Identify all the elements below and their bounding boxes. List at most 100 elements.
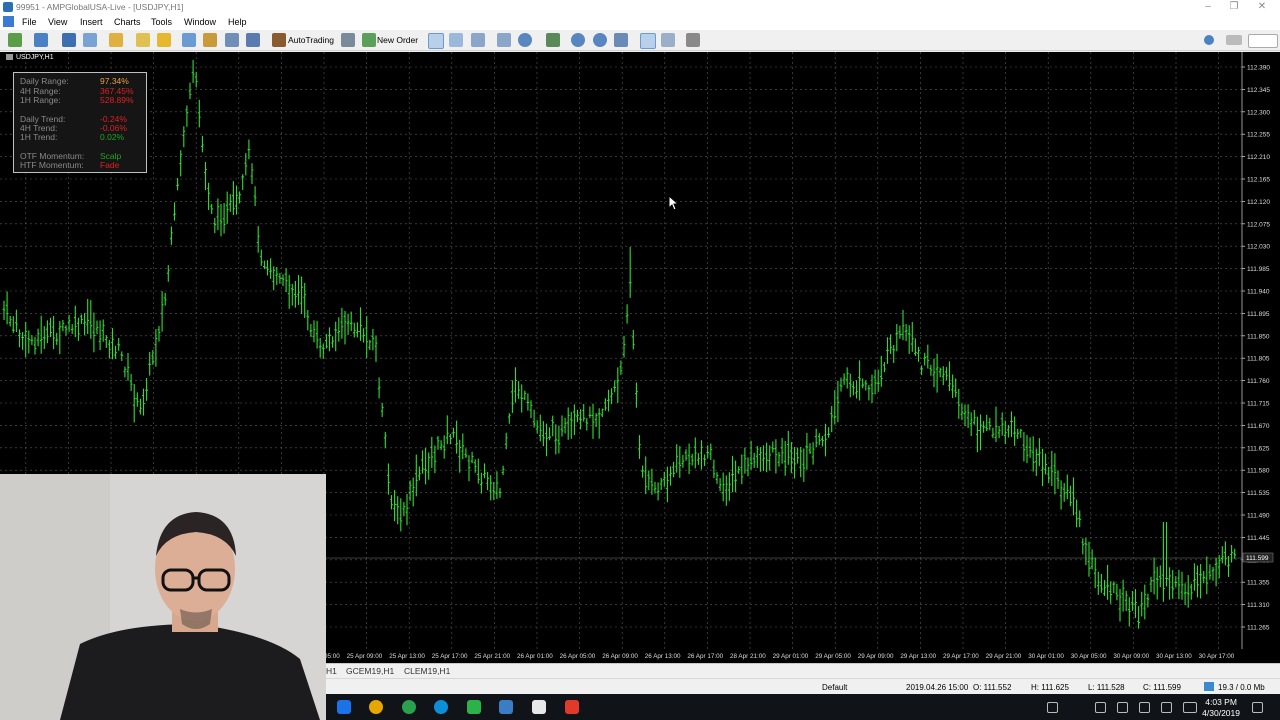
experts-icon[interactable] [225, 33, 239, 47]
navigator-icon[interactable] [83, 33, 97, 47]
zoom-in-icon[interactable] [571, 33, 585, 47]
time-tick-label: 26 Apr 09:00 [602, 653, 638, 660]
chart-window-icon [6, 54, 13, 60]
tab-usdjpy[interactable]: H1 [326, 666, 337, 676]
status-bar: Default 2019.04.26 15:00 O: 111.552 H: 1… [326, 678, 1280, 695]
status-datetime: 2019.04.26 15:00 [906, 683, 969, 692]
menu-window[interactable]: Window [184, 17, 216, 27]
time-tick-label: 26 Apr 01:00 [517, 653, 553, 660]
recorder-icon[interactable] [565, 700, 579, 714]
window-title: 99951 - AMPGlobalUSA-Live - [USDJPY,H1] [16, 2, 184, 12]
autotrading-button[interactable]: AutoTrading [288, 35, 334, 45]
system-clock[interactable]: 4:03 PM 4/30/2019 [1202, 697, 1240, 719]
wifi-icon[interactable] [1161, 702, 1172, 713]
bar-chart-icon[interactable] [428, 33, 444, 49]
minimize-button[interactable]: – [1198, 1, 1218, 12]
chart-shift-icon[interactable] [661, 33, 675, 47]
search-icon[interactable] [1204, 35, 1214, 45]
price-tick-label: 111.670 [1247, 423, 1270, 430]
candlestick-icon[interactable] [449, 33, 463, 47]
time-tick-label: 29 Apr 09:00 [858, 653, 894, 660]
evernote-icon[interactable] [402, 700, 416, 714]
tab-gcem19[interactable]: GCEM19,H1 [346, 666, 394, 676]
camtasia-icon[interactable] [467, 700, 481, 714]
autoscroll-icon[interactable] [640, 33, 656, 49]
terminal-icon[interactable] [109, 33, 123, 47]
menu-bar: File View Insert Charts Tools Window Hel… [0, 14, 1280, 30]
new-order-icon[interactable] [362, 33, 376, 47]
data-window-icon[interactable] [157, 33, 171, 47]
price-tick-label: 111.535 [1247, 490, 1270, 497]
metatrader-icon[interactable] [499, 700, 513, 714]
tray-chevron-icon[interactable] [1073, 702, 1082, 711]
zoom-out-icon[interactable] [593, 33, 607, 47]
time-tick-label: 25 Apr 09:00 [347, 653, 383, 660]
line-chart-icon[interactable] [471, 33, 485, 47]
menu-help[interactable]: Help [228, 17, 247, 27]
chart-tabs: H1 GCEM19,H1 CLEM19,H1 [326, 663, 1280, 679]
strategy-tester-icon[interactable] [136, 33, 150, 47]
market-watch-icon[interactable] [62, 33, 76, 47]
tools-icon[interactable] [341, 33, 355, 47]
price-tick-label: 111.760 [1247, 378, 1270, 385]
price-tick-label: 112.165 [1247, 177, 1270, 184]
restore-button[interactable]: ❐ [1224, 1, 1244, 12]
status-traffic: 19.3 / 0.0 Mb [1218, 683, 1265, 692]
battery-icon[interactable] [1117, 702, 1128, 713]
chat-icon[interactable] [1226, 35, 1242, 45]
templates-icon[interactable] [518, 33, 532, 47]
skype-icon[interactable] [434, 700, 448, 714]
clock-date: 4/30/2019 [1202, 708, 1240, 718]
menu-view[interactable]: View [48, 17, 67, 27]
photos-icon[interactable] [532, 700, 546, 714]
current-price-label: 111.599 [1246, 555, 1269, 562]
tile-windows-icon[interactable] [614, 33, 628, 47]
search-input[interactable] [1248, 34, 1278, 48]
keyboard-icon[interactable] [1183, 702, 1197, 713]
new-chart-icon[interactable] [8, 33, 22, 47]
firefox-icon[interactable] [369, 700, 383, 714]
price-tick-label: 111.310 [1247, 602, 1270, 609]
start-icon[interactable] [337, 700, 351, 714]
refresh-icon[interactable] [246, 33, 260, 47]
metaeditor-icon[interactable] [182, 33, 196, 47]
price-tick-label: 111.355 [1247, 580, 1270, 587]
chart-window-menu-icon[interactable] [3, 16, 14, 27]
volume-icon[interactable] [1095, 702, 1106, 713]
time-tick-label: 29 Apr 17:00 [943, 653, 979, 660]
options-icon[interactable] [203, 33, 217, 47]
onedrive-icon[interactable] [1139, 702, 1150, 713]
info-value-1h-trend: 0.02% [100, 132, 125, 142]
menu-charts[interactable]: Charts [114, 17, 141, 27]
time-tick-label: 25 Apr 13:00 [389, 653, 425, 660]
menu-file[interactable]: File [22, 17, 37, 27]
close-button[interactable]: ✕ [1252, 1, 1272, 12]
time-tick-label: 25 Apr 17:00 [432, 653, 468, 660]
new-order-button[interactable]: New Order [377, 35, 418, 45]
period-icon[interactable] [497, 33, 511, 47]
price-tick-label: 111.625 [1247, 445, 1270, 452]
autotrading-icon[interactable] [272, 33, 286, 47]
time-tick-label: 30 Apr 17:00 [1199, 653, 1235, 660]
status-profile: Default [822, 683, 848, 692]
time-tick-label: 25 Apr 21:00 [474, 653, 510, 660]
info-label-1h-trend: 1H Trend: [20, 132, 58, 142]
price-tick-label: 111.895 [1247, 311, 1270, 318]
price-tick-label: 111.985 [1247, 266, 1270, 273]
app-icon [3, 2, 13, 12]
menu-tools[interactable]: Tools [151, 17, 172, 27]
price-tick-label: 112.300 [1247, 109, 1270, 116]
time-tick-label: 28 Apr 21:00 [730, 653, 766, 660]
notifications-icon[interactable] [1252, 702, 1263, 713]
profiles-icon[interactable] [34, 33, 48, 47]
tab-clem19[interactable]: CLEM19,H1 [404, 666, 450, 676]
indicators-icon[interactable] [546, 33, 560, 47]
price-tick-label: 112.120 [1247, 199, 1270, 206]
objects-icon[interactable] [686, 33, 700, 47]
menu-insert[interactable]: Insert [80, 17, 103, 27]
info-value-htf-momentum: Fade [100, 160, 120, 170]
price-tick-label: 111.850 [1247, 333, 1270, 340]
people-icon[interactable] [1047, 702, 1058, 713]
status-open: O: 111.552 [973, 683, 1012, 692]
time-tick-label: 26 Apr 13:00 [645, 653, 681, 660]
